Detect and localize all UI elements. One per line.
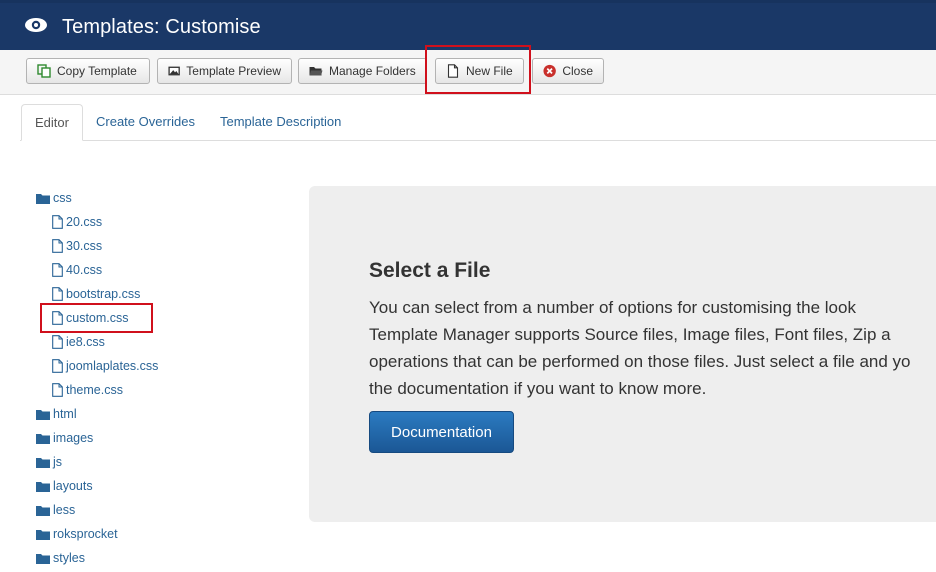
panel-line: Template Manager supports Source files, …	[369, 325, 891, 344]
tree-folder-label: html	[53, 407, 77, 421]
tree-folder-label: roksprocket	[53, 527, 118, 541]
folder-icon	[36, 481, 50, 492]
copy-icon	[37, 64, 51, 78]
page-title: Templates: Customise	[62, 16, 261, 38]
tree-folder[interactable]: layouts	[36, 476, 93, 496]
new-file-button[interactable]: New File	[435, 58, 524, 84]
app-header: Templates: Customise	[0, 0, 936, 50]
folder-icon	[36, 505, 50, 516]
tree-folder-label: less	[53, 503, 76, 517]
tree-file-label: theme.css	[66, 383, 123, 397]
tree-file[interactable]: ie8.css	[52, 332, 105, 352]
folder-icon	[36, 553, 50, 564]
folder-icon	[36, 193, 50, 204]
tree-file[interactable]: theme.css	[52, 380, 123, 400]
close-button[interactable]: Close	[532, 58, 604, 84]
tab-editor[interactable]: Editor	[21, 104, 83, 141]
file-icon	[52, 215, 63, 229]
tree-file-label: bootstrap.css	[66, 287, 141, 301]
eye-icon	[25, 18, 47, 32]
file-icon	[52, 359, 63, 373]
panel-heading: Select a File	[369, 259, 491, 282]
tree-folder[interactable]: styles	[36, 548, 85, 568]
tree-folder-label: images	[53, 431, 94, 445]
new-file-label: New File	[466, 64, 513, 78]
tree-file-label: ie8.css	[66, 335, 105, 349]
tree-file-label: custom.css	[66, 311, 129, 325]
copy-template-button[interactable]: Copy Template	[26, 58, 150, 84]
folder-icon	[36, 529, 50, 540]
file-icon	[52, 311, 63, 325]
tree-file[interactable]: bootstrap.css	[52, 284, 140, 304]
tab-bar: Editor Create Overrides Template Descrip…	[20, 104, 936, 141]
file-icon	[447, 64, 459, 78]
tree-folder[interactable]: less	[36, 500, 75, 520]
tree-file[interactable]: joomlaplates.css	[52, 356, 158, 376]
tree-folder[interactable]: roksprocket	[36, 524, 118, 544]
copy-template-label: Copy Template	[57, 64, 137, 78]
tree-folder[interactable]: images	[36, 428, 93, 448]
file-icon	[52, 335, 63, 349]
close-icon	[543, 64, 556, 78]
template-preview-button[interactable]: Template Preview	[157, 58, 292, 84]
tree-folder-label: js	[53, 455, 63, 469]
panel-description: You can select from a number of options …	[369, 294, 936, 402]
tree-file[interactable]: 20.css	[52, 212, 102, 232]
folder-open-icon	[309, 67, 323, 76]
tab-create-overrides[interactable]: Create Overrides	[83, 104, 208, 140]
tree-file-label: 40.css	[66, 263, 103, 277]
tree-file-custom-css[interactable]: custom.css	[52, 308, 129, 328]
manage-folders-label: Manage Folders	[329, 64, 416, 78]
tree-file[interactable]: 30.css	[52, 236, 102, 256]
tab-template-description[interactable]: Template Description	[207, 104, 354, 140]
documentation-button[interactable]: Documentation	[369, 411, 514, 453]
file-icon	[52, 383, 63, 397]
close-label: Close	[562, 64, 593, 78]
folder-icon	[36, 457, 50, 468]
tree-folder[interactable]: html	[36, 404, 77, 424]
select-file-panel: Select a File You can select from a numb…	[309, 186, 936, 522]
folder-icon	[36, 409, 50, 420]
tree-file-label: 30.css	[66, 239, 103, 253]
tree-file-label: joomlaplates.css	[66, 359, 159, 373]
template-preview-label: Template Preview	[186, 64, 281, 78]
panel-line: You can select from a number of options …	[369, 298, 856, 317]
panel-line: the documentation if you want to know mo…	[369, 379, 707, 398]
file-icon	[52, 287, 63, 301]
tree-folder-label: css	[53, 191, 72, 205]
panel-line: operations that can be performed on thos…	[369, 352, 911, 371]
tree-folder-label: layouts	[53, 479, 93, 493]
tree-folder-label: styles	[53, 551, 85, 565]
tree-file-label: 20.css	[66, 215, 103, 229]
tree-folder[interactable]: js	[36, 452, 62, 472]
tree-folder-css[interactable]: css	[36, 188, 72, 208]
manage-folders-button[interactable]: Manage Folders	[298, 58, 427, 84]
tree-file[interactable]: 40.css	[52, 260, 102, 280]
file-icon	[52, 263, 63, 277]
folder-icon	[36, 433, 50, 444]
file-icon	[52, 239, 63, 253]
image-icon	[168, 66, 180, 76]
